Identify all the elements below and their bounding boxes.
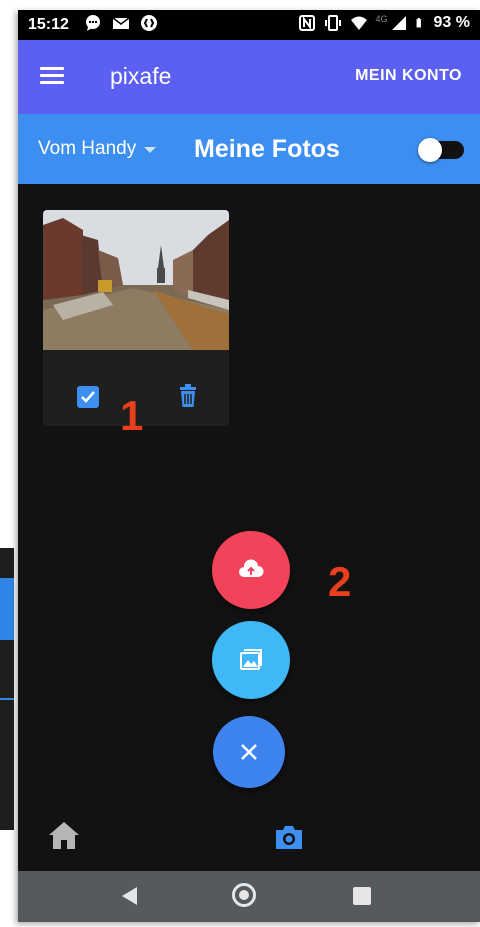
shazam-icon [141,15,157,31]
photo-thumbnail[interactable] [43,210,229,350]
source-dropdown[interactable]: Vom Handy [38,138,157,160]
network-type: 4G [375,14,388,24]
gallery-fab-button[interactable] [212,621,290,699]
home-icon[interactable] [48,820,80,850]
annotation-marker-1: 1 [120,392,144,439]
close-fab-button[interactable] [213,716,285,788]
background-highlight [0,578,14,640]
back-icon[interactable] [122,887,137,905]
upload-fab-button[interactable] [212,531,290,609]
annotation-marker-2: 2 [328,558,352,605]
recent-apps-icon[interactable] [353,887,371,905]
background-app-panel [0,548,14,830]
select-checkbox[interactable] [77,386,99,408]
nfc-icon [298,15,315,31]
caret-down-icon [144,147,157,153]
vibrate-icon [324,15,341,31]
sub-header: Vom Handy Meine Fotos [18,114,480,184]
close-icon [241,744,257,760]
home-circle-icon[interactable] [232,883,256,907]
checkbox-checked-icon [81,391,95,403]
toggle-switch[interactable] [418,138,464,162]
mail-notification-icon [112,17,130,29]
toggle-knob [418,138,442,162]
background-divider [0,698,14,700]
chat-notification-icon [86,15,100,31]
battery-level: 93 % [433,14,470,31]
wifi-icon [350,16,367,30]
phone-screen: 15:12 4G 93 % pixafe MEIN KONTO Vom Hand… [18,10,480,922]
trash-icon[interactable] [177,384,199,408]
source-dropdown-label: Vom Handy [38,138,137,159]
app-title: pixafe [110,63,172,89]
my-account-button[interactable]: MEIN KONTO [355,67,462,85]
image-gallery-icon [240,649,262,670]
cloud-upload-icon [239,559,264,577]
hamburger-menu-icon[interactable] [40,67,64,85]
system-navigation-bar [18,871,480,922]
signal-icon [391,16,406,30]
camera-icon[interactable] [273,823,305,851]
battery-icon [416,18,421,28]
app-bar: pixafe MEIN KONTO [18,40,480,114]
status-bar: 15:12 4G 93 % [18,10,480,40]
page-title: Meine Fotos [194,135,340,163]
status-time: 15:12 [28,16,69,33]
